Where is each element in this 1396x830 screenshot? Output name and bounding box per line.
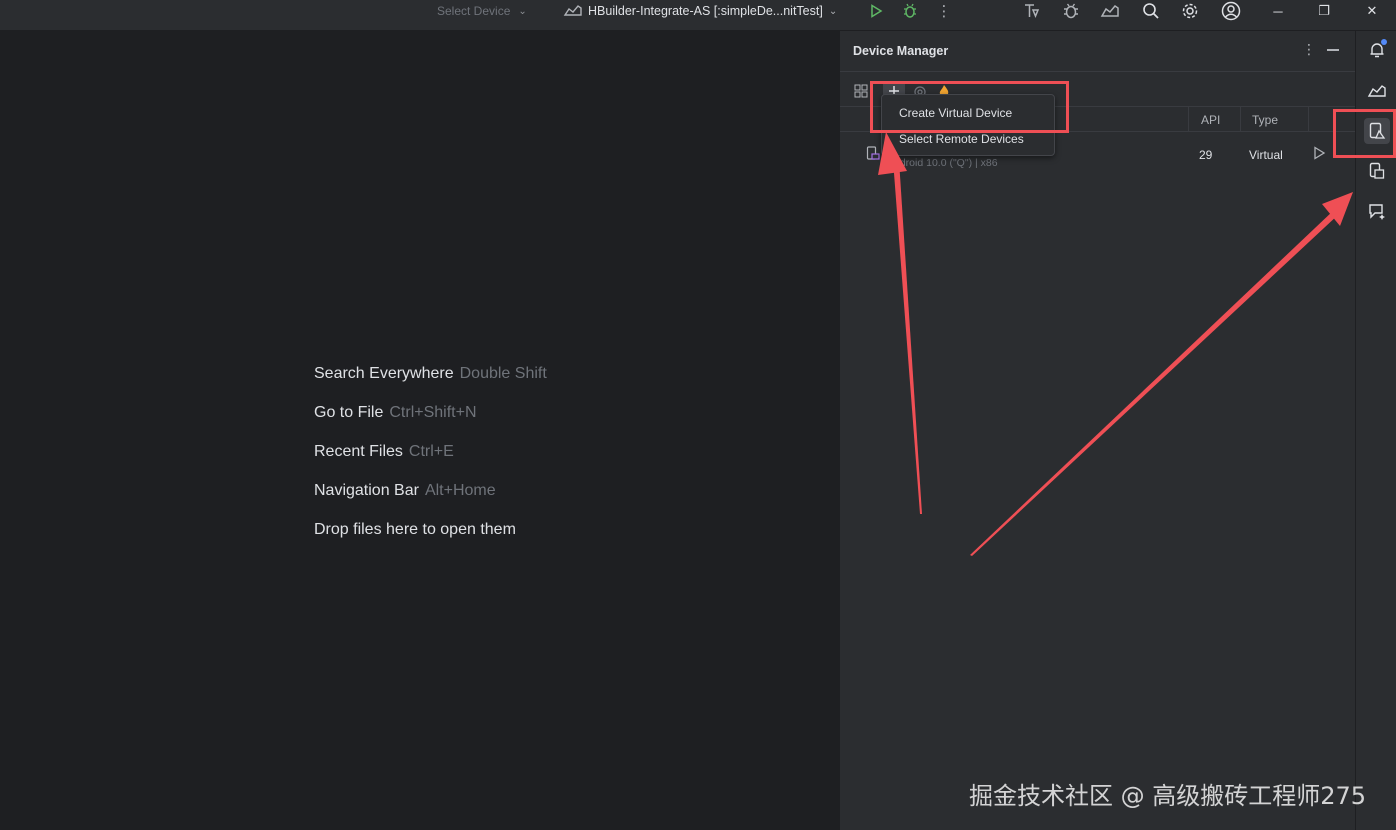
notification-badge <box>1381 39 1387 45</box>
hint-navigation-bar: Navigation Bar Alt+Home <box>314 482 496 499</box>
device-type: Virtual <box>1249 148 1283 162</box>
device-subtitle: Android 10.0 ("Q") | x86 <box>887 157 998 169</box>
run-icon[interactable] <box>865 1 887 21</box>
hint-go-to-file: Go to File Ctrl+Shift+N <box>314 404 477 421</box>
hint-search-everywhere: Search Everywhere Double Shift <box>314 365 547 382</box>
account-icon[interactable] <box>1220 1 1242 21</box>
device-manager-icon[interactable] <box>1364 118 1390 144</box>
settings-icon[interactable] <box>1179 1 1201 21</box>
watermark: 掘金技术社区 @ 高级搬砖工程师275 <box>969 782 1367 810</box>
more-vert-icon[interactable]: ⋮ <box>1302 41 1316 58</box>
column-divider <box>1308 107 1309 131</box>
gradle-icon[interactable] <box>1364 78 1390 104</box>
close-icon[interactable]: ✕ <box>1357 0 1387 22</box>
run-configuration-dropdown[interactable]: HBuilder-Integrate-AS [:simpleDe...nitTe… <box>563 0 837 22</box>
debug-icon[interactable] <box>899 1 921 21</box>
device-api: 29 <box>1199 148 1213 162</box>
column-type[interactable]: Type <box>1252 113 1278 127</box>
panel-title: Device Manager <box>853 44 949 58</box>
chevron-down-icon: ⌄ <box>828 5 838 17</box>
hint-drop-files: Drop files here to open them <box>314 521 516 538</box>
bug-icon[interactable] <box>1060 1 1082 21</box>
empty-editor-hints: Search Everywhere Double Shift Go to File… <box>314 365 547 560</box>
device-icon <box>866 146 880 165</box>
play-icon[interactable] <box>1312 146 1326 163</box>
grid-icon[interactable] <box>850 81 872 101</box>
minimize-icon[interactable]: ─ <box>1263 0 1293 22</box>
device-mirror-icon[interactable] <box>1364 158 1390 184</box>
build-icon[interactable] <box>1021 1 1043 21</box>
select-device-dropdown[interactable]: Select Device ⌄ <box>437 0 527 22</box>
add-device-menu: Create Virtual Device Select Remote Devi… <box>881 94 1055 156</box>
column-api[interactable]: API <box>1201 113 1220 127</box>
chevron-down-icon: ⌄ <box>518 5 527 17</box>
column-divider <box>1188 107 1189 131</box>
select-device-label: Select Device <box>437 4 511 18</box>
menu-item-create-virtual-device[interactable]: Create Virtual Device <box>883 101 1053 125</box>
main-toolbar: Select Device ⌄ HBuilder-Integrate-AS [:… <box>0 0 1396 31</box>
more-vert-icon[interactable]: ⋮ <box>933 1 955 21</box>
search-icon[interactable] <box>1140 1 1162 21</box>
restore-icon[interactable]: ❐ <box>1309 0 1339 22</box>
column-divider <box>1240 107 1241 131</box>
android-project-icon <box>563 5 582 16</box>
ai-chat-icon[interactable] <box>1364 198 1390 224</box>
minimize-icon[interactable] <box>1327 49 1339 51</box>
divider <box>840 71 1356 72</box>
run-config-label: HBuilder-Integrate-AS [:simpleDe...nitTe… <box>588 4 823 18</box>
notifications-icon[interactable] <box>1364 37 1390 63</box>
menu-item-select-remote-devices[interactable]: Select Remote Devices <box>883 127 1053 151</box>
right-tool-window-bar <box>1355 31 1396 830</box>
sync-icon[interactable] <box>1099 1 1121 21</box>
hint-recent-files: Recent Files Ctrl+E <box>314 443 454 460</box>
